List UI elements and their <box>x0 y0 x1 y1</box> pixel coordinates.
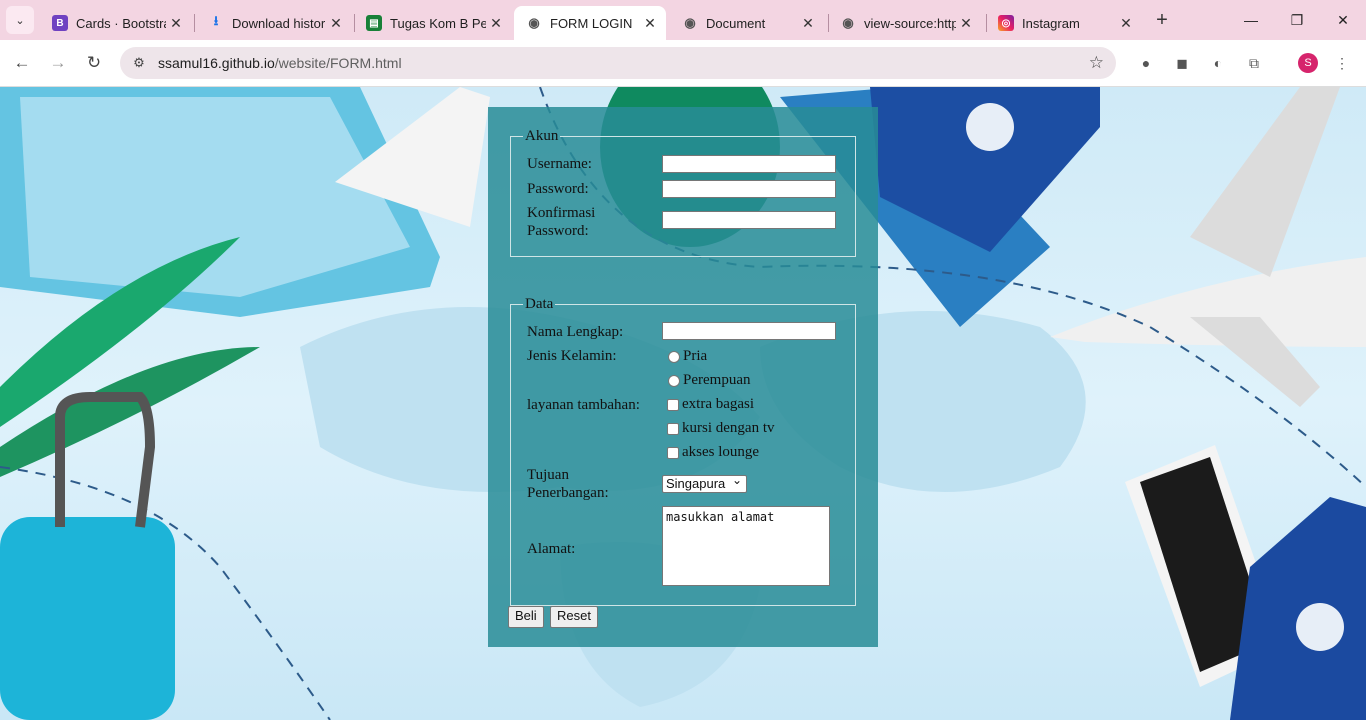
konfirmasi-label-line2: Password: <box>527 223 589 239</box>
tab-separator <box>194 14 195 32</box>
sheets-icon: ▤ <box>366 15 382 31</box>
bootstrap-icon: B <box>52 15 68 31</box>
radio-perempuan-label: Perempuan <box>683 372 751 388</box>
beli-button[interactable]: Beli <box>508 606 544 628</box>
tab-title: FORM LOGIN <box>550 15 633 31</box>
data-legend: Data <box>525 296 554 312</box>
tab-tugas-kom[interactable]: ▤ Tugas Kom B Pe ✕ <box>354 6 512 40</box>
checkbox-kursi-tv-label: kursi dengan tv <box>682 420 775 436</box>
bookmark-star-icon[interactable]: ☆ <box>1089 53 1104 73</box>
close-icon[interactable]: ✕ <box>640 15 660 32</box>
tab-title: Instagram <box>1022 15 1080 31</box>
login-form: Akun Username: Password: Konfirmasi Pass… <box>488 107 878 647</box>
new-tab-icon[interactable]: + <box>1150 8 1174 32</box>
konfirmasi-label-line1: Konfirmasi <box>527 205 596 221</box>
minimize-icon[interactable]: — <box>1236 8 1266 32</box>
tab-title: Document <box>706 15 766 31</box>
tab-title: Tugas Kom B Pe <box>390 15 486 31</box>
avatar[interactable]: S <box>1298 53 1318 73</box>
radio-pria-label: Pria <box>683 348 708 364</box>
url-text[interactable]: ssamul16.github.io/website/FORM.html <box>158 55 402 71</box>
site-info-icon[interactable]: ⚙ <box>130 54 148 72</box>
username-input[interactable] <box>662 155 836 173</box>
tab-download-history[interactable]: ⭳ Download histor ✕ <box>196 6 352 40</box>
reload-icon[interactable]: ↻ <box>82 51 106 75</box>
nama-lengkap-input[interactable] <box>662 322 836 340</box>
checkbox-akses-lounge[interactable] <box>667 447 679 459</box>
close-icon[interactable]: ✕ <box>1116 15 1136 32</box>
toolbar: ← → ↻ ⚙ ssamul16.github.io/website/FORM.… <box>0 40 1366 87</box>
close-icon[interactable]: ✕ <box>956 15 976 32</box>
close-icon[interactable]: ✕ <box>166 15 186 32</box>
checkbox-extra-bagasi[interactable] <box>667 399 679 411</box>
globe-icon: ◉ <box>528 15 540 30</box>
forward-icon[interactable]: → <box>46 51 70 75</box>
tab-title: Download histor <box>232 15 326 31</box>
layanan-label: layanan tambahan: <box>527 397 640 413</box>
tab-view-source[interactable]: ◉ view-source:http ✕ <box>828 6 982 40</box>
back-icon[interactable]: ← <box>10 51 34 75</box>
tujuan-label-line1: Tujuan <box>527 467 569 483</box>
tab-search-icon[interactable]: ⌄ <box>6 6 34 34</box>
instagram-icon: ◎ <box>998 15 1014 31</box>
checkbox-kursi-tv[interactable] <box>667 423 679 435</box>
username-label: Username: <box>527 156 592 172</box>
menu-icon[interactable]: ⋮ <box>1332 53 1352 73</box>
checkbox-extra-bagasi-label: extra bagasi <box>682 396 755 412</box>
extension-icon[interactable]: ● <box>1136 53 1156 73</box>
extension-icon[interactable]: ◼ <box>1172 53 1192 73</box>
tab-title: Cards · Bootstrap <box>76 15 166 31</box>
puzzle-icon[interactable]: ⧉ <box>1244 53 1264 73</box>
tab-form-login[interactable]: ◉ FORM LOGIN ✕ <box>514 6 666 40</box>
tujuan-label-line2: Penerbangan: <box>527 485 609 501</box>
close-icon[interactable]: ✕ <box>326 15 346 32</box>
alamat-label: Alamat: <box>527 541 576 557</box>
restore-icon[interactable]: ❐ <box>1282 8 1312 32</box>
extension-icon[interactable]: ◐ <box>1208 53 1228 73</box>
alamat-textarea[interactable]: masukkan alamat <box>662 506 830 586</box>
page-background: Akun Username: Password: Konfirmasi Pass… <box>0 87 1366 720</box>
radio-pria[interactable] <box>668 351 680 363</box>
password-label: Password: <box>527 181 589 197</box>
close-window-icon[interactable]: ✕ <box>1328 8 1358 32</box>
close-icon[interactable]: ✕ <box>798 15 818 32</box>
nama-label: Nama Lengkap: <box>527 324 624 340</box>
reset-button[interactable]: Reset <box>550 606 598 628</box>
konfirmasi-password-input[interactable] <box>662 211 836 229</box>
tab-document[interactable]: ◉ Document ✕ <box>670 6 824 40</box>
tab-instagram[interactable]: ◎ Instagram ✕ <box>986 6 1142 40</box>
tab-title: view-source:http <box>864 15 956 31</box>
address-bar[interactable]: ⚙ ssamul16.github.io/website/FORM.html ☆ <box>120 47 1116 79</box>
tab-cards-bootstrap[interactable]: B Cards · Bootstrap ✕ <box>40 6 192 40</box>
checkbox-akses-lounge-label: akses lounge <box>682 444 760 460</box>
tab-strip: ⌄ B Cards · Bootstrap ✕ ⭳ Download histo… <box>0 0 1366 40</box>
jenis-kelamin-label: Jenis Kelamin: <box>527 348 617 364</box>
tujuan-select[interactable]: Singapura <box>662 472 747 493</box>
radio-perempuan[interactable] <box>668 375 680 387</box>
globe-icon: ◉ <box>684 15 696 30</box>
globe-icon: ◉ <box>842 15 854 30</box>
akun-legend: Akun <box>525 128 559 144</box>
close-icon[interactable]: ✕ <box>486 15 506 32</box>
download-icon: ⭳ <box>213 13 219 28</box>
password-input[interactable] <box>662 180 836 198</box>
